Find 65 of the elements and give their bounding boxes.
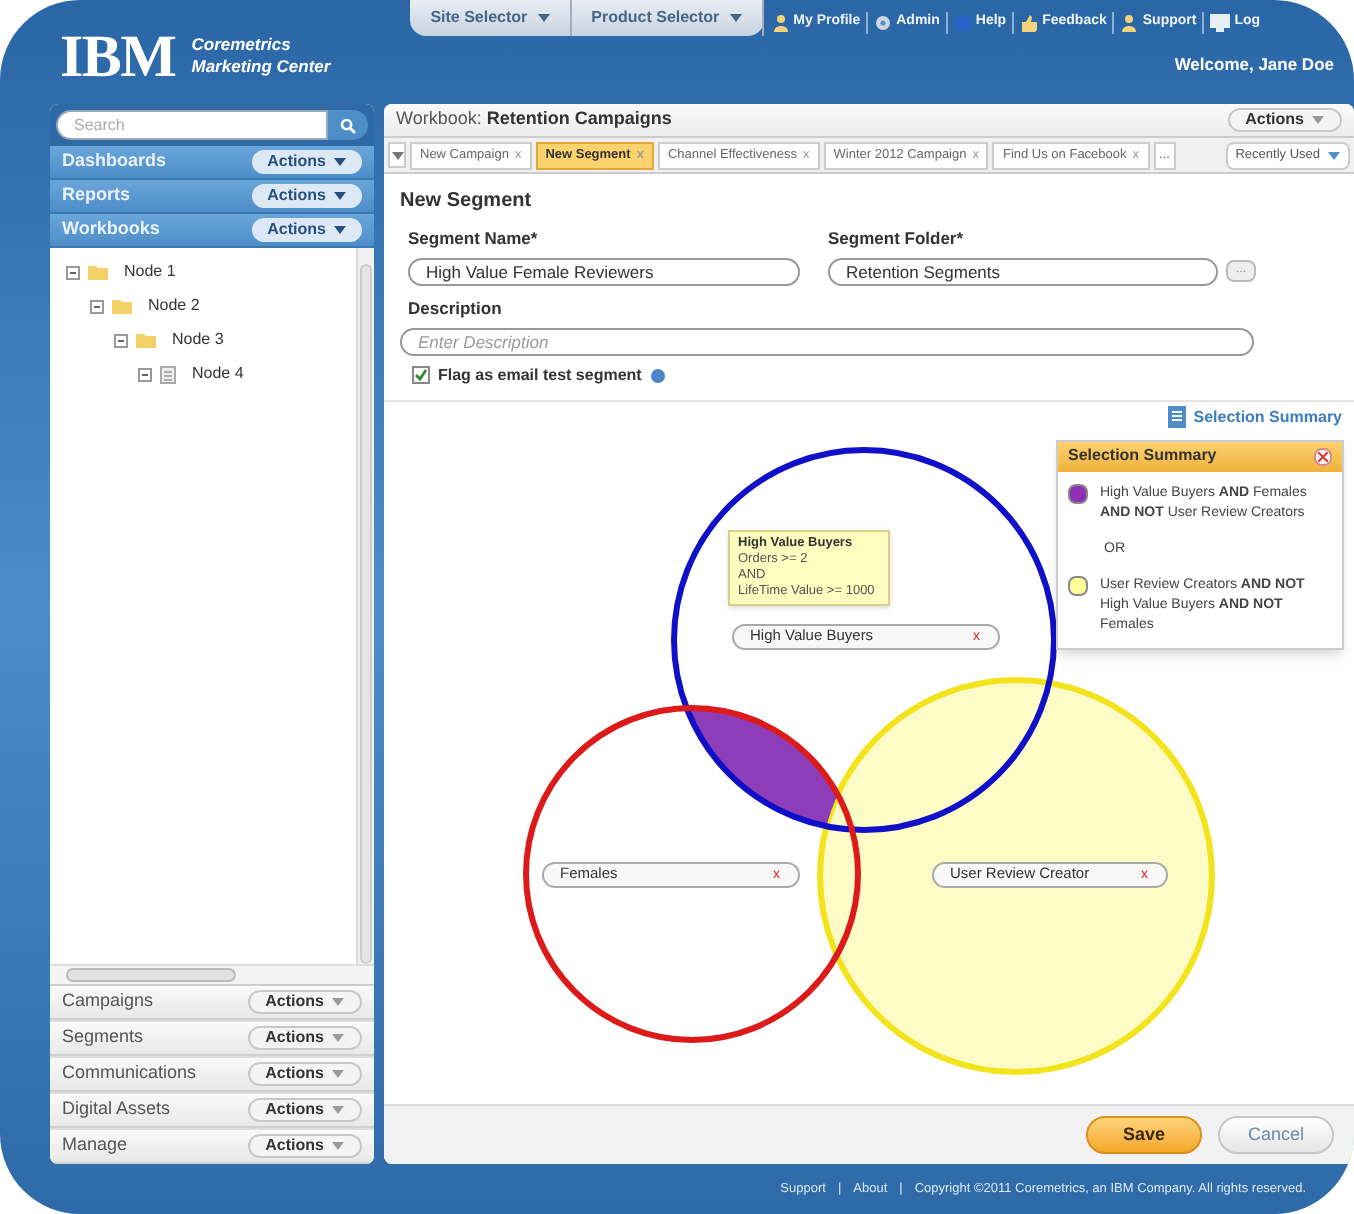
caret-icon [334, 226, 346, 234]
tree-node[interactable]: Node 3 [172, 328, 224, 352]
caret-icon [332, 1106, 344, 1114]
accordion-header[interactable]: Communications Actions [50, 1058, 374, 1092]
product-name: Coremetrics [191, 34, 293, 56]
accordion-header[interactable]: Reports Actions [50, 180, 374, 214]
tree-node[interactable]: Node 2 [148, 294, 200, 318]
save-button[interactable]: Save [1086, 1115, 1202, 1154]
person-icon [771, 13, 790, 32]
actions-button[interactable]: Actions [247, 1098, 362, 1122]
close-icon[interactable] [1314, 447, 1332, 465]
logo: IBM [60, 21, 176, 93]
tree-node[interactable]: Node 4 [192, 362, 244, 386]
collapse-icon[interactable] [114, 333, 128, 347]
accordion-header[interactable]: Segments Actions [50, 1022, 374, 1056]
accordion-header[interactable]: Digital Assets Actions [50, 1094, 374, 1128]
accordion-header[interactable]: Dashboards Actions [50, 146, 374, 180]
welcome-text: Welcome, Jane Doe [1174, 52, 1336, 78]
person-icon [1120, 13, 1139, 32]
caret-icon [332, 998, 344, 1006]
collapse-icon[interactable] [90, 299, 104, 313]
caret-icon [334, 192, 346, 200]
collapse-icon[interactable] [138, 367, 152, 381]
actions-button[interactable]: Actions [251, 184, 362, 208]
document-icon [160, 365, 176, 383]
accordion-header[interactable]: Manage Actions [50, 1130, 374, 1164]
vertical-scrollbar[interactable] [356, 248, 374, 964]
caret-icon [1312, 116, 1324, 124]
circle[interactable] [523, 704, 861, 1042]
actions-button[interactable]: Actions [247, 990, 362, 1014]
search-field[interactable]: Search [56, 110, 328, 140]
accordion-header[interactable]: Campaigns Actions [50, 986, 374, 1020]
text-field[interactable]: Retention Segments [828, 257, 1218, 286]
actions-button[interactable]: Actions [247, 1134, 362, 1158]
caret-icon [1328, 151, 1340, 159]
selector-tab[interactable]: Product Selector [571, 0, 764, 36]
actions-button[interactable]: Actions [251, 218, 362, 242]
checkbox[interactable] [412, 366, 430, 384]
text-field[interactable]: Enter Description [400, 327, 1254, 355]
caret-icon [332, 1142, 344, 1150]
gear-icon [874, 13, 893, 32]
caret-icon [537, 14, 550, 22]
caret-icon [332, 1070, 344, 1078]
actions-button[interactable]: Actions [1227, 108, 1342, 132]
caret-icon [332, 1034, 344, 1042]
circle[interactable] [671, 446, 1057, 832]
actions-button[interactable]: Actions [247, 1026, 362, 1050]
actions-button[interactable]: Actions [247, 1062, 362, 1086]
accordion-header[interactable]: Workbooks Actions [50, 214, 374, 248]
selector-tab[interactable]: Site Selector [410, 0, 572, 36]
collapse-icon[interactable] [66, 265, 80, 279]
monitor-icon [1210, 13, 1231, 32]
document-icon [1167, 406, 1186, 428]
caret-icon [729, 14, 742, 22]
caret-icon [334, 158, 346, 166]
thumbs-up-icon [1020, 13, 1039, 32]
selection-summary-link[interactable]: Selection Summary [1167, 405, 1342, 429]
search-icon[interactable] [328, 110, 368, 140]
tree-node[interactable]: Node 1 [124, 260, 176, 284]
tab-list-dropdown[interactable] [388, 142, 406, 168]
text-field[interactable]: High Value Female Reviewers [408, 257, 800, 286]
actions-button[interactable]: Actions [251, 150, 362, 174]
caret-icon [391, 151, 403, 159]
horizontal-scrollbar[interactable] [50, 964, 374, 984]
product-name: Marketing Center [191, 56, 331, 78]
